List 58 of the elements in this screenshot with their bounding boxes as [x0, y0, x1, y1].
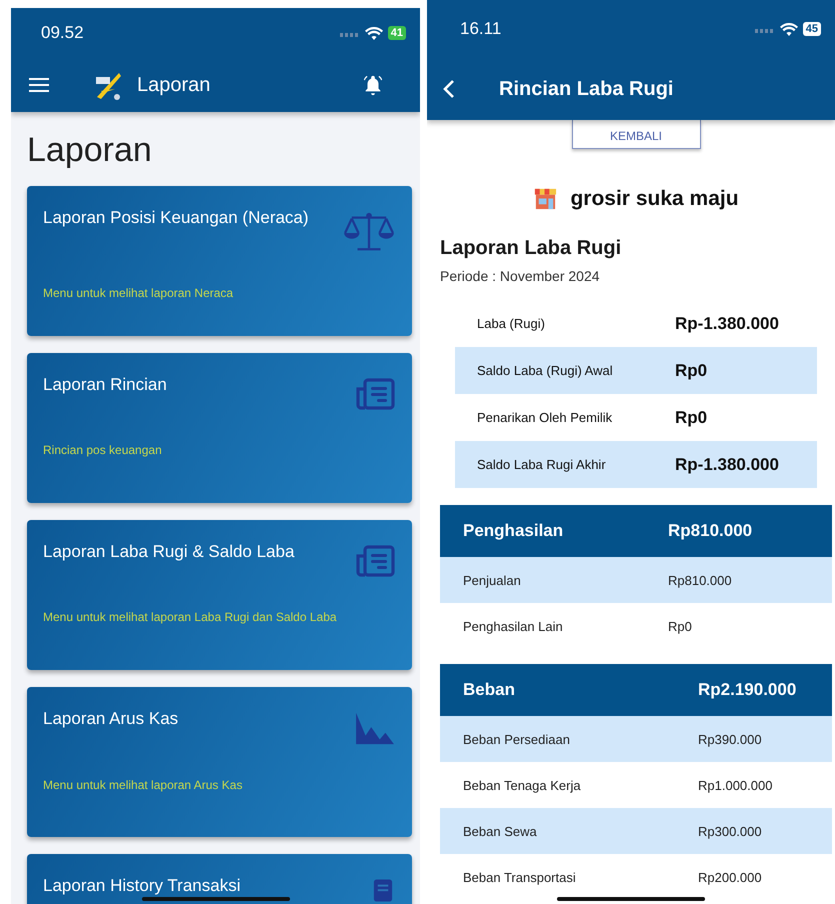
wifi-icon	[364, 26, 383, 40]
status-time: 16.11	[460, 19, 502, 39]
page-title: Laporan	[27, 130, 153, 170]
row-value: Rp0	[675, 360, 708, 380]
kembali-button[interactable]: KEMBALI	[572, 120, 700, 149]
row-value: Rp0	[668, 618, 692, 634]
card-title: Laporan Rincian	[43, 374, 167, 396]
menu-icon	[29, 77, 49, 93]
row-label: Penghasilan Lain	[463, 618, 564, 634]
area-chart-icon	[354, 711, 396, 746]
row-value: Rp-1.380.000	[675, 454, 779, 474]
card-title: Laporan Posisi Keuangan (Neraca)	[43, 207, 309, 229]
report-card[interactable]: Laporan Laba Rugi & Saldo Laba Menu untuk melihat laporan Laba Rugi dan Saldo Laba	[27, 520, 412, 670]
row-value: Rp1.000.000	[698, 778, 772, 792]
battery-indicator: 45	[802, 22, 821, 36]
row-label: Beban Sewa	[463, 824, 538, 838]
store-icon	[533, 186, 558, 211]
back-icon	[443, 79, 455, 99]
row-label: Penjualan	[463, 572, 522, 588]
report-card[interactable]: Laporan History Transaksi	[27, 854, 412, 904]
report-card[interactable]: Laporan Arus Kas Menu untuk melihat laporan Arus Kas	[27, 687, 412, 837]
card-title: Laporan History Transaksi	[43, 875, 240, 897]
row-value: Rp810.000	[668, 572, 732, 588]
store-name: grosir suka maju	[570, 186, 739, 210]
report-card[interactable]: Laporan Posisi Keuangan (Neraca) Menu untuk melihat laporan Neraca	[27, 186, 412, 336]
row-label: Beban Tenaga Kerja	[463, 778, 582, 792]
row-value: Rp0	[675, 408, 708, 428]
bell-icon	[362, 74, 384, 96]
card-title: Laporan Laba Rugi & Saldo Laba	[43, 541, 294, 563]
row-label: Saldo Laba (Rugi) Awal	[477, 363, 614, 378]
battery-indicator: 41	[388, 26, 406, 40]
row-value: Rp300.000	[698, 824, 762, 838]
card-description: Rincian pos keuangan	[43, 443, 163, 457]
app-title: Laporan	[137, 74, 210, 96]
report-period: Periode : November 2024	[440, 268, 601, 284]
newspaper-icon	[355, 377, 396, 411]
card-description: Menu untuk melihat laporan Arus Kas	[43, 778, 244, 792]
row-label: Beban Transportasi	[463, 870, 577, 884]
newspaper-icon	[355, 544, 396, 578]
screen-title: Rincian Laba Rugi	[499, 78, 674, 100]
section-title: Penghasilan	[463, 521, 564, 541]
report-card[interactable]: Laporan Rincian Rincian pos keuangan	[27, 353, 412, 503]
card-description: Menu untuk melihat laporan Laba Rugi dan Saldo Laba	[43, 610, 338, 624]
status-time: 09.52	[41, 23, 84, 43]
row-value: Rp200.000	[698, 870, 762, 884]
card-title: Laporan Arus Kas	[43, 708, 178, 730]
wifi-icon	[780, 22, 798, 36]
section-title: Beban	[463, 680, 516, 700]
section-total: Rp2.190.000	[698, 680, 796, 700]
section-total: Rp810.000	[668, 521, 752, 541]
row-label: Laba (Rugi)	[477, 316, 546, 331]
report-title: Laporan Laba Rugi	[440, 237, 622, 260]
row-value: Rp-1.380.000	[675, 314, 779, 334]
card-description: Menu untuk melihat laporan Neraca	[43, 286, 234, 300]
row-value: Rp390.000	[698, 732, 762, 746]
row-label: Beban Persediaan	[463, 732, 571, 746]
row-label: Penarikan Oleh Pemilik	[477, 410, 614, 425]
row-label: Saldo Laba Rugi Akhir	[477, 457, 607, 472]
